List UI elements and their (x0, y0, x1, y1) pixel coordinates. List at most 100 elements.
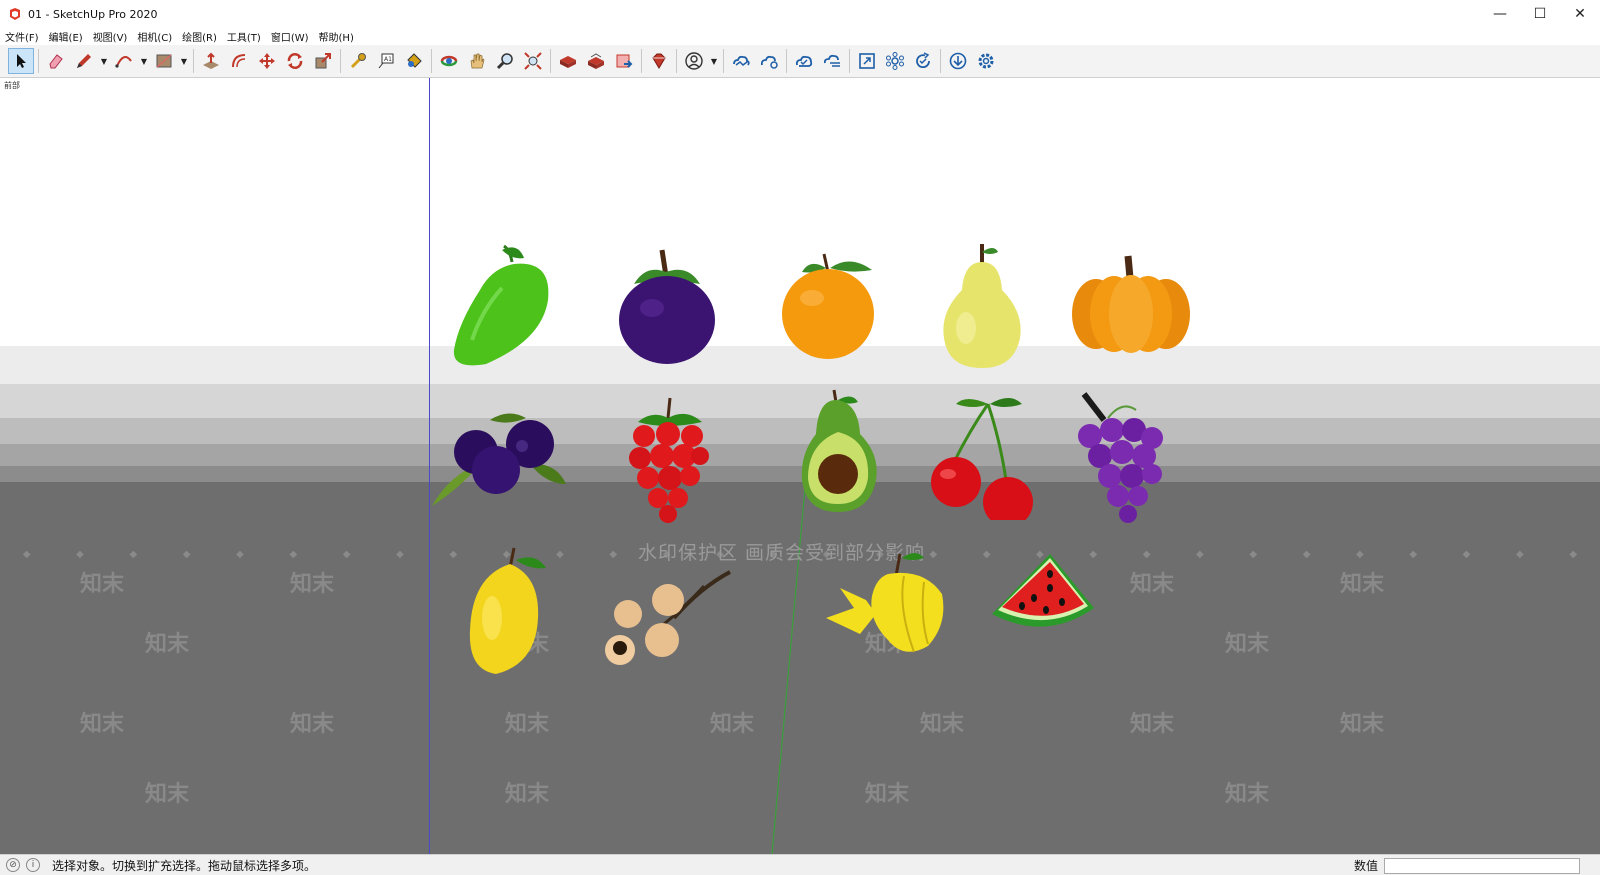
orbit-tool-button[interactable] (436, 48, 462, 74)
mango-model[interactable] (452, 240, 556, 370)
menu-camera[interactable]: 相机(C) (132, 29, 177, 44)
send-to-layout-tool-button[interactable] (611, 48, 637, 74)
watermark-brand: 知末 (1225, 632, 1270, 657)
svg-text:A1: A1 (384, 56, 392, 63)
main-toolbar: ▼ ▼ ▼ A1 ▼ (0, 45, 1600, 78)
watermark-brand: 知末 (1130, 712, 1175, 737)
resize-tool-button[interactable] (854, 48, 880, 74)
cloud-share-tool-button[interactable] (756, 48, 782, 74)
maximize-button[interactable]: ☐ (1520, 0, 1560, 28)
rotate-tool-button[interactable] (282, 48, 308, 74)
measurements-input[interactable] (1384, 858, 1580, 874)
close-button[interactable]: ✕ (1560, 0, 1600, 28)
select-tool-button[interactable] (8, 48, 34, 74)
pumpkin-model[interactable] (1072, 254, 1190, 354)
offset-tool-button[interactable] (226, 48, 252, 74)
menu-window[interactable]: 窗口(W) (266, 29, 314, 44)
orbit-icon (440, 55, 458, 67)
toolbar-separator (723, 49, 724, 73)
watermelon-model[interactable] (986, 552, 1100, 638)
sketchup-logo-icon (10, 8, 20, 20)
account-dropdown[interactable]: ▼ (708, 48, 720, 74)
trimble-connect-tool-button[interactable] (728, 48, 754, 74)
toolbar-separator (38, 49, 39, 73)
longan-model[interactable] (604, 568, 738, 668)
cherries-model[interactable] (930, 390, 1040, 520)
move-tool-button[interactable] (254, 48, 280, 74)
line-tool-dropdown[interactable]: ▼ (98, 48, 110, 74)
geolocation-icon[interactable]: ⊘ (6, 858, 20, 872)
watermark-brand: 知末 (290, 572, 335, 597)
menu-help[interactable]: 帮助(H) (314, 29, 359, 44)
paint-bucket-tool-button[interactable] (401, 48, 427, 74)
tape-measure-icon (350, 53, 366, 69)
scale-tool-button[interactable] (310, 48, 336, 74)
watermark-brand: 知末 (505, 782, 550, 807)
menu-view[interactable]: 视图(V) (88, 29, 133, 44)
zoom-extents-tool-button[interactable] (520, 48, 546, 74)
watermark-brand: 知末 (145, 782, 190, 807)
text-tool-button[interactable]: A1 (373, 48, 399, 74)
watermark-brand: 知末 (920, 712, 965, 737)
warehouse-icon (560, 56, 576, 68)
title-bar: 01 - SketchUp Pro 2020 — ☐ ✕ (0, 0, 1600, 28)
account-tool-button[interactable] (681, 48, 707, 74)
pear-model[interactable] (940, 242, 1024, 370)
raspberry-model[interactable] (628, 396, 710, 524)
tape-measure-tool-button[interactable] (345, 48, 371, 74)
watermark-brand: 知末 (505, 712, 550, 737)
warehouse-tool-button[interactable] (555, 48, 581, 74)
ruby-tool-button[interactable] (646, 48, 672, 74)
rectangle-tool-button[interactable] (151, 48, 177, 74)
move-icon (259, 53, 275, 69)
toolbar-separator (786, 49, 787, 73)
mangosteen-model[interactable] (616, 248, 718, 366)
pan-tool-button[interactable] (464, 48, 490, 74)
info-icon[interactable]: i (26, 858, 40, 872)
network-tool-button[interactable] (882, 48, 908, 74)
refresh-tool-button[interactable] (910, 48, 936, 74)
network-icon (886, 52, 904, 70)
arc-tool-dropdown[interactable]: ▼ (138, 48, 150, 74)
drawing-viewport[interactable]: 前部 ◆ ◆ ◆ ◆ ◆ ◆ ◆ ◆ ◆ ◆ ◆ ◆ ◆ ◆ ◆ ◆ ◆ ◆ ◆ ◆ ◆ ◆ ◆ ◆ ◆ ◆ ◆ ◆ ◆ ◆ 水印保护区 … (0, 78, 1600, 854)
watermark-brand: 知末 (290, 712, 335, 737)
layout-icon (616, 54, 633, 68)
menu-edit[interactable]: 编辑(E) (44, 29, 88, 44)
menu-bar: 文件(F) 编辑(E) 视图(V) 相机(C) 绘图(R) 工具(T) 窗口(W… (0, 28, 1600, 45)
orange-model[interactable] (780, 250, 880, 362)
measurements-label: 数值 (1353, 858, 1378, 873)
window-controls: — ☐ ✕ (1480, 0, 1600, 28)
cloud-share-icon (760, 55, 778, 69)
offset-icon (232, 54, 246, 68)
grapes-model[interactable] (1072, 390, 1172, 526)
watermark-brand: 知末 (1225, 782, 1270, 807)
avocado-model[interactable] (800, 388, 880, 514)
watermark-brand: 知末 (1340, 572, 1385, 597)
line-tool-button[interactable] (71, 48, 97, 74)
cloud-upload-tool-button[interactable] (819, 48, 845, 74)
rectangle-tool-dropdown[interactable]: ▼ (178, 48, 190, 74)
toolbar-separator (431, 49, 432, 73)
starfruit-model[interactable] (824, 548, 950, 658)
push-pull-tool-button[interactable] (198, 48, 224, 74)
text-icon: A1 (378, 53, 394, 69)
toolbar-separator (641, 49, 642, 73)
arc-icon (115, 56, 132, 68)
lemon-model[interactable] (466, 546, 552, 676)
minimize-button[interactable]: — (1480, 0, 1520, 28)
menu-tools[interactable]: 工具(T) (222, 29, 266, 44)
cloud-sync-tool-button[interactable] (791, 48, 817, 74)
status-message: 选择对象。切换到扩充选择。拖动鼠标选择多项。 (52, 858, 317, 873)
toolbar-separator (550, 49, 551, 73)
blueberries-model[interactable] (430, 404, 570, 508)
menu-file[interactable]: 文件(F) (0, 29, 44, 44)
menu-draw[interactable]: 绘图(R) (177, 29, 222, 44)
arc-tool-button[interactable] (111, 48, 137, 74)
zoom-tool-button[interactable] (492, 48, 518, 74)
settings-tool-button[interactable] (973, 48, 999, 74)
eraser-tool-button[interactable] (43, 48, 69, 74)
zoom-icon (496, 53, 513, 70)
extension-warehouse-tool-button[interactable] (583, 48, 609, 74)
watermark-brand: 知末 (1340, 712, 1385, 737)
download-tool-button[interactable] (945, 48, 971, 74)
